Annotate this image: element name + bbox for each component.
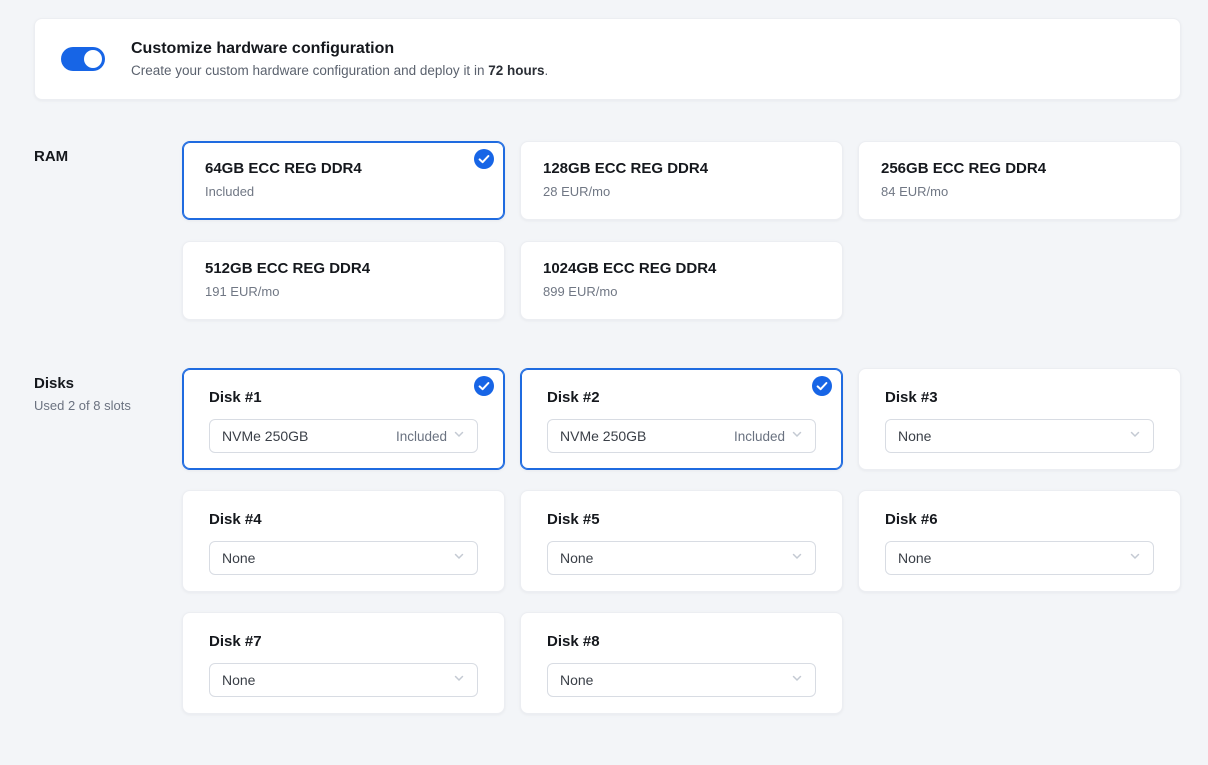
disk-select-2[interactable]: NVMe 250GB Included: [547, 419, 816, 453]
disk-select-value: None: [560, 550, 593, 566]
disk-title: Disk #2: [547, 389, 816, 406]
disk-title: Disk #4: [209, 511, 478, 528]
customize-text: Customize hardware configuration Create …: [131, 40, 548, 78]
disk-select-right: Included: [396, 427, 465, 445]
disks-section-label: Disks Used 2 of 8 slots: [34, 368, 182, 413]
disk-select-4[interactable]: None: [209, 541, 478, 575]
customize-description-suffix: .: [544, 63, 548, 78]
disk-select-value: None: [222, 672, 255, 688]
ram-section: RAM 64GB ECC REG DDR4 Included 128GB ECC…: [34, 141, 1181, 320]
disk-select-value: None: [898, 550, 931, 566]
chevron-down-icon: [791, 549, 803, 567]
chevron-down-icon: [453, 549, 465, 567]
disk-slots-grid: Disk #1 NVMe 250GB Included Disk #2 NVMe…: [182, 368, 1181, 714]
disks-slots-note: Used 2 of 8 slots: [34, 398, 182, 413]
chevron-down-icon: [791, 671, 803, 689]
disk-select-right: [785, 549, 803, 567]
disk-select-1[interactable]: NVMe 250GB Included: [209, 419, 478, 453]
chevron-down-icon: [453, 671, 465, 689]
disk-card-1: Disk #1 NVMe 250GB Included: [182, 368, 505, 470]
hardware-config-page: Customize hardware configuration Create …: [0, 0, 1208, 714]
chevron-down-icon: [1129, 549, 1141, 567]
ram-option-name: 256GB ECC REG DDR4: [881, 158, 1158, 177]
disk-select-right: Included: [734, 427, 803, 445]
ram-option-512gb[interactable]: 512GB ECC REG DDR4 191 EUR/mo: [182, 241, 505, 320]
selected-check-icon: [474, 149, 494, 169]
toggle-knob: [84, 50, 102, 68]
disk-select-7[interactable]: None: [209, 663, 478, 697]
disk-select-value: None: [898, 428, 931, 444]
disk-select-6[interactable]: None: [885, 541, 1154, 575]
ram-option-1024gb[interactable]: 1024GB ECC REG DDR4 899 EUR/mo: [520, 241, 843, 320]
ram-option-name: 512GB ECC REG DDR4: [205, 258, 482, 277]
disk-title: Disk #3: [885, 389, 1154, 406]
ram-options-grid: 64GB ECC REG DDR4 Included 128GB ECC REG…: [182, 141, 1181, 320]
disk-card-8: Disk #8 None: [520, 612, 843, 714]
disks-section: Disks Used 2 of 8 slots Disk #1 NVMe 250…: [34, 368, 1181, 714]
ram-option-64gb[interactable]: 64GB ECC REG DDR4 Included: [182, 141, 505, 220]
disk-select-value: None: [560, 672, 593, 688]
disk-select-right: [1123, 427, 1141, 445]
disk-title: Disk #8: [547, 633, 816, 650]
ram-option-price: Included: [205, 184, 482, 199]
disk-title: Disk #7: [209, 633, 478, 650]
disk-select-value: None: [222, 550, 255, 566]
ram-option-name: 1024GB ECC REG DDR4: [543, 258, 820, 277]
ram-option-128gb[interactable]: 128GB ECC REG DDR4 28 EUR/mo: [520, 141, 843, 220]
chevron-down-icon: [1129, 427, 1141, 445]
chevron-down-icon: [453, 427, 465, 445]
ram-section-label: RAM: [34, 141, 182, 165]
disk-card-6: Disk #6 None: [858, 490, 1181, 592]
ram-option-256gb[interactable]: 256GB ECC REG DDR4 84 EUR/mo: [858, 141, 1181, 220]
customize-description: Create your custom hardware configuratio…: [131, 63, 548, 78]
ram-label: RAM: [34, 148, 182, 165]
disk-card-4: Disk #4 None: [182, 490, 505, 592]
disk-card-3: Disk #3 None: [858, 368, 1181, 470]
disk-card-5: Disk #5 None: [520, 490, 843, 592]
selected-check-icon: [812, 376, 832, 396]
customize-card: Customize hardware configuration Create …: [34, 18, 1181, 100]
disk-title: Disk #1: [209, 389, 478, 406]
disks-label: Disks: [34, 375, 182, 392]
disk-select-8[interactable]: None: [547, 663, 816, 697]
disk-select-right: [447, 549, 465, 567]
customize-description-bold: 72 hours: [488, 63, 544, 78]
disk-card-7: Disk #7 None: [182, 612, 505, 714]
disk-select-price: Included: [396, 429, 447, 444]
ram-option-price: 84 EUR/mo: [881, 184, 1158, 199]
ram-option-name: 128GB ECC REG DDR4: [543, 158, 820, 177]
customize-description-prefix: Create your custom hardware configuratio…: [131, 63, 488, 78]
disk-select-price: Included: [734, 429, 785, 444]
disk-select-5[interactable]: None: [547, 541, 816, 575]
selected-check-icon: [474, 376, 494, 396]
disk-select-right: [785, 671, 803, 689]
customize-title: Customize hardware configuration: [131, 40, 548, 58]
ram-option-price: 28 EUR/mo: [543, 184, 820, 199]
ram-option-name: 64GB ECC REG DDR4: [205, 158, 482, 177]
disk-select-right: [447, 671, 465, 689]
disk-select-right: [1123, 549, 1141, 567]
ram-option-price: 191 EUR/mo: [205, 284, 482, 299]
disk-title: Disk #6: [885, 511, 1154, 528]
disk-select-value: NVMe 250GB: [222, 428, 308, 444]
disk-card-2: Disk #2 NVMe 250GB Included: [520, 368, 843, 470]
disk-title: Disk #5: [547, 511, 816, 528]
customize-toggle[interactable]: [61, 47, 105, 71]
ram-option-price: 899 EUR/mo: [543, 284, 820, 299]
disk-select-value: NVMe 250GB: [560, 428, 646, 444]
disk-select-3[interactable]: None: [885, 419, 1154, 453]
chevron-down-icon: [791, 427, 803, 445]
